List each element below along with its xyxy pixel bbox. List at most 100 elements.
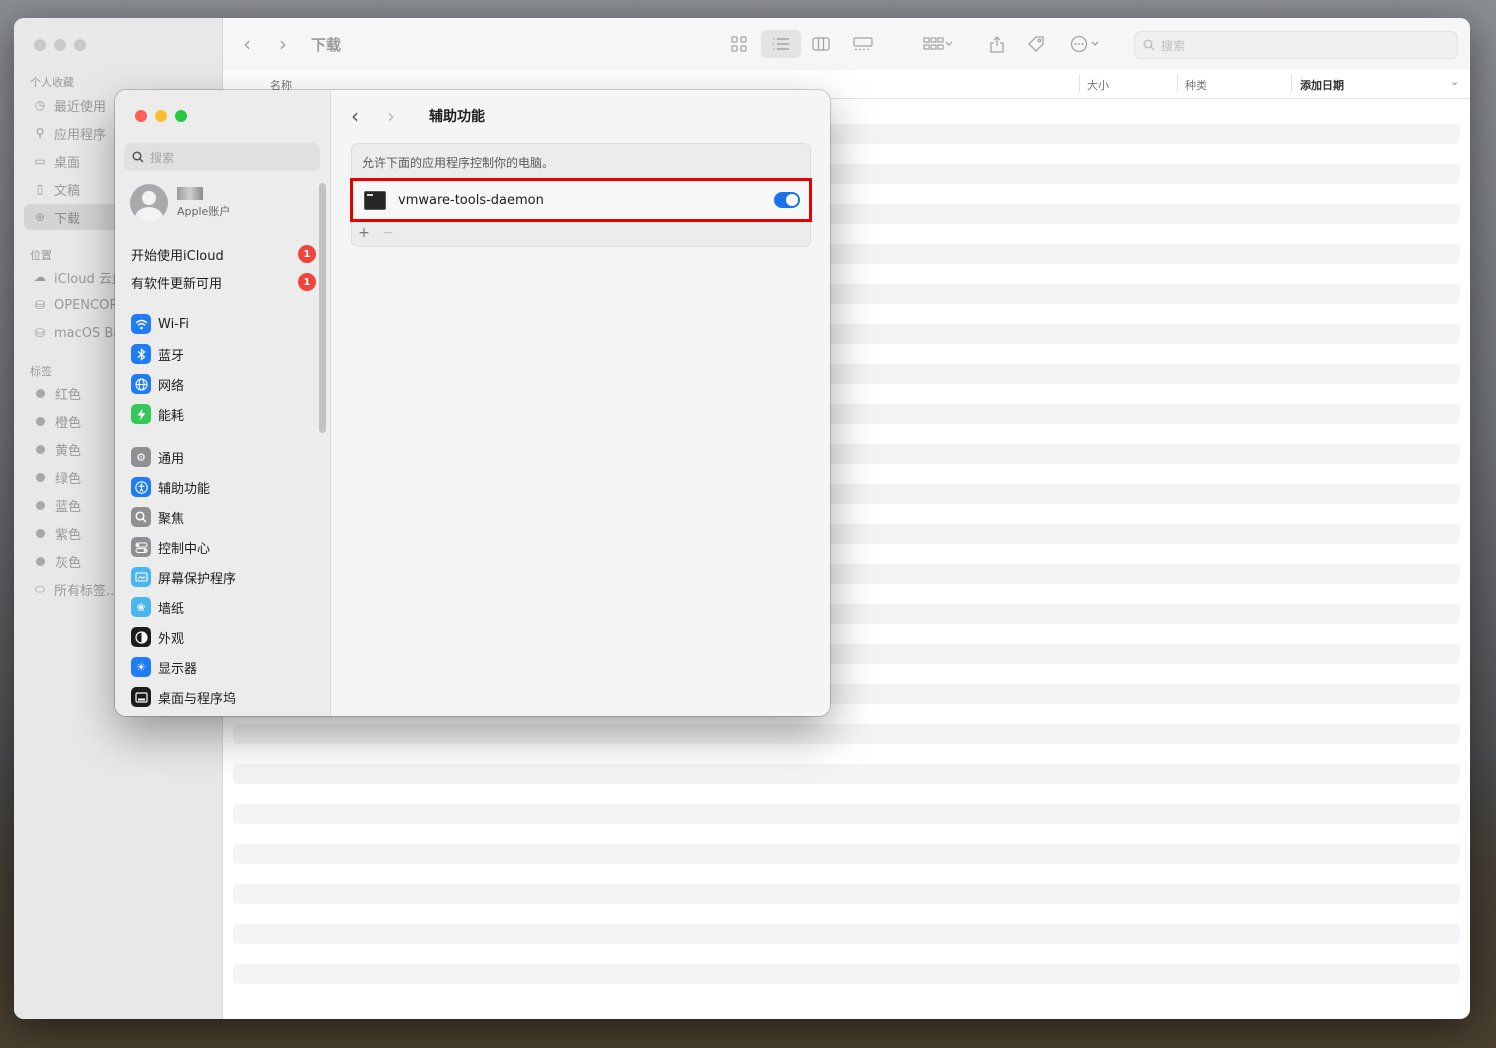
disk-icon: ⛁ [34, 298, 46, 312]
forward-button[interactable]: › [279, 32, 287, 56]
group-by-icon[interactable] [917, 30, 959, 58]
notification-badge: 1 [298, 245, 316, 263]
list-item[interactable]: vmware-tools-daemon [350, 178, 812, 222]
sidebar-item-screensaver[interactable]: 屏幕保护程序 [124, 563, 316, 591]
minimize-button[interactable] [54, 39, 66, 51]
sidebar-item-label: 黄色 [55, 443, 82, 459]
finder-toolbar: ‹ › 下载 搜索 [223, 18, 1470, 71]
tag-dot-icon [36, 556, 45, 566]
back-button[interactable]: ‹ [351, 104, 387, 128]
sidebar-item-bluetooth[interactable]: 蓝牙 [124, 340, 316, 368]
sidebar-item-displays[interactable]: ☀ 显示器 [124, 653, 316, 681]
minimize-button[interactable] [155, 110, 167, 122]
zoom-button[interactable] [175, 110, 187, 122]
sidebar-item-label: 辅助功能 [158, 481, 211, 497]
sidebar-item-label: 墙纸 [158, 601, 185, 617]
tag-outline-icon: ⬭ [34, 581, 46, 596]
sidebar-item-label: 文稿 [54, 183, 81, 199]
sidebar-item-accessibility[interactable]: 辅助功能 [124, 473, 316, 501]
download-icon: ⊕ [34, 210, 46, 224]
spotlight-icon [131, 507, 151, 527]
chevron-down-icon[interactable]: ⌄ [1450, 75, 1459, 88]
table-row [233, 804, 1460, 824]
globe-icon [131, 374, 151, 394]
more-actions-icon[interactable] [1065, 30, 1105, 58]
table-row [233, 724, 1460, 744]
notice-software-update[interactable]: 有软件更新可用 1 [124, 268, 316, 296]
app-permission-list: 允许下面的应用程序控制你的电脑。 vmware-tools-daemon + − [350, 143, 812, 247]
permission-description: 允许下面的应用程序控制你的电脑。 [362, 156, 555, 170]
zoom-button[interactable] [74, 39, 86, 51]
add-button[interactable]: + [352, 225, 376, 241]
sidebar-item-label: 屏幕保护程序 [158, 571, 237, 587]
finder-window-controls [34, 39, 86, 51]
disk-icon: ⛁ [34, 326, 46, 340]
column-divider [1291, 74, 1292, 92]
remove-button[interactable]: − [376, 225, 400, 241]
list-view-icon[interactable] [761, 30, 801, 58]
back-button[interactable]: ‹ [243, 32, 251, 56]
window-title: 下载 [311, 36, 342, 54]
settings-search-field[interactable]: 搜索 [124, 143, 320, 171]
dock-icon [131, 687, 151, 707]
app-permission-toggle[interactable] [774, 192, 800, 208]
favorites-header: 个人收藏 [30, 76, 74, 89]
close-button[interactable] [135, 110, 147, 122]
control-center-icon [131, 537, 151, 557]
sidebar-item-label: 绿色 [55, 471, 82, 487]
table-row [233, 964, 1460, 984]
user-name-blurred [177, 187, 203, 200]
share-icon[interactable] [985, 30, 1009, 58]
tag-dot-icon [36, 416, 45, 426]
search-placeholder: 搜索 [1161, 38, 1186, 53]
tag-dot-icon [36, 444, 45, 454]
tag-icon[interactable] [1023, 30, 1049, 58]
sidebar-item-wallpaper[interactable]: ❀ 墙纸 [124, 593, 316, 621]
gallery-view-icon[interactable] [849, 30, 877, 58]
icon-view-icon[interactable] [725, 30, 753, 58]
sidebar-item-network[interactable]: 网络 [124, 370, 316, 398]
sidebar-item-spotlight[interactable]: 聚焦 [124, 503, 316, 531]
column-size[interactable]: 大小 [1087, 77, 1109, 93]
sidebar-item-label: 控制中心 [158, 541, 211, 557]
sidebar-item-desktop-dock[interactable]: 桌面与程序坞 [124, 683, 316, 711]
tags-header: 标签 [30, 365, 52, 378]
sidebar-item-appearance[interactable]: 外观 [124, 623, 316, 651]
settings-window: 搜索 Apple账户 开始使用iCloud 1 有软件更新可用 1 Wi-Fi [115, 90, 830, 716]
settings-window-controls [135, 110, 187, 122]
sidebar-item-label: 红色 [55, 387, 82, 403]
sidebar-item-label: 下载 [54, 211, 81, 227]
tag-dot-icon [36, 472, 45, 482]
notification-badge: 1 [298, 273, 316, 291]
apple-account-row[interactable]: Apple账户 [130, 184, 230, 222]
add-remove-controls: + − [352, 222, 810, 244]
sidebar-item-energy[interactable]: 能耗 [124, 400, 316, 428]
sidebar-item-control-center[interactable]: 控制中心 [124, 533, 316, 561]
finder-search-field[interactable]: 搜索 [1134, 31, 1458, 59]
sidebar-item-wifi[interactable]: Wi-Fi [124, 310, 316, 338]
sidebar-scrollbar[interactable] [319, 183, 326, 433]
column-date-added[interactable]: 添加日期 [1300, 77, 1344, 93]
tag-dot-icon [36, 528, 45, 538]
pane-header: ‹ › 辅助功能 [351, 104, 485, 128]
search-icon [1143, 39, 1155, 51]
column-kind[interactable]: 种类 [1185, 77, 1207, 93]
notice-icloud[interactable]: 开始使用iCloud 1 [124, 240, 316, 268]
sidebar-item-label: 网络 [158, 378, 185, 394]
sidebar-item-label: Wi-Fi [158, 316, 190, 332]
tag-dot-icon [36, 500, 45, 510]
table-row [233, 924, 1460, 944]
user-subtitle: Apple账户 [177, 205, 231, 218]
sidebar-item-label: 应用程序 [54, 127, 107, 143]
forward-button[interactable]: › [387, 104, 423, 128]
column-view-icon[interactable] [807, 30, 835, 58]
sidebar-item-label: 蓝色 [55, 499, 82, 515]
app-name: vmware-tools-daemon [398, 192, 544, 208]
desktop-icon: ▭ [34, 154, 46, 168]
close-button[interactable] [34, 39, 46, 51]
tag-dot-icon [36, 388, 45, 398]
sidebar-item-label: 蓝牙 [158, 348, 185, 364]
sidebar-item-label: macOS Ba [54, 325, 122, 341]
sidebar-item-general[interactable]: ⚙ 通用 [124, 443, 316, 471]
appearance-icon [131, 627, 151, 647]
